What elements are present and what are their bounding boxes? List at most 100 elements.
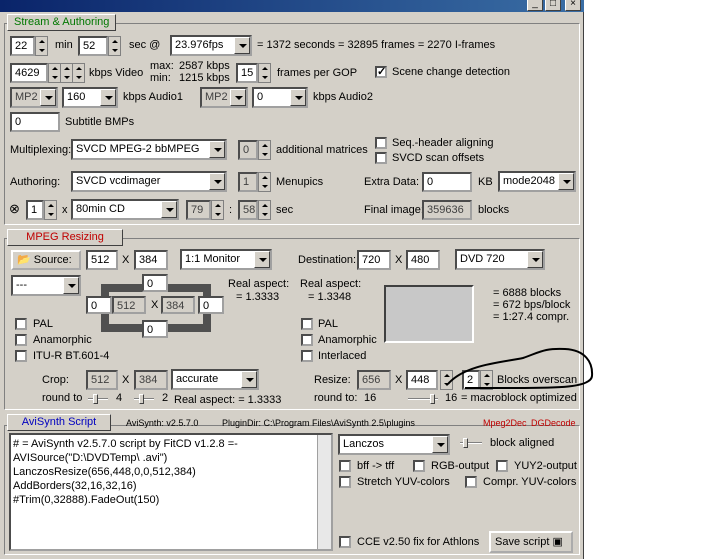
round-b-thumb[interactable]	[139, 394, 144, 404]
resizer-select[interactable]: Lanczos	[338, 434, 450, 455]
disc-sec-input[interactable]: 58	[238, 200, 258, 220]
tab-mpeg-resizing[interactable]: MPEG Resizing	[7, 229, 123, 246]
script-editor[interactable]: # = AviSynth v2.5.7.0 script by FitCD v1…	[9, 433, 333, 551]
border-right-input[interactable]: 0	[198, 296, 224, 314]
round-d-thumb[interactable]	[430, 394, 435, 404]
authoring-select[interactable]: SVCD vcdimager	[71, 171, 227, 192]
rgb-output-checkbox[interactable]	[413, 460, 425, 472]
cce-fix-checkbox[interactable]	[339, 536, 351, 548]
dest-height-input[interactable]: 480	[406, 250, 440, 270]
round-b-slider[interactable]	[134, 394, 154, 404]
crop-height[interactable]: 384	[134, 370, 168, 390]
disc-min-input[interactable]: 79	[186, 200, 211, 220]
disc-sec-spin[interactable]	[258, 200, 271, 220]
close-button[interactable]: ×	[565, 0, 581, 11]
script-scrollbar[interactable]	[317, 435, 331, 549]
disc-colon: :	[229, 204, 233, 216]
audio2-kbps-select[interactable]: 0	[252, 87, 308, 108]
duration-sec-input[interactable]: 52	[78, 36, 108, 56]
menupics-spin[interactable]	[258, 172, 271, 192]
video-kbps-input[interactable]: 4629	[10, 63, 48, 83]
min-label: min	[55, 39, 73, 51]
gop-input[interactable]: 15	[236, 63, 258, 83]
framerate-value: 23.976fps	[175, 39, 224, 51]
menupics-input[interactable]: 1	[238, 172, 258, 192]
crop-label: Crop:	[42, 374, 69, 386]
audio1-kbps-select[interactable]: 160	[62, 87, 118, 108]
duration-sec-spin[interactable]	[108, 36, 121, 56]
scene-change-checkbox[interactable]	[375, 65, 387, 78]
pal-right-label: PAL	[318, 318, 338, 330]
gop-spin[interactable]	[258, 63, 271, 83]
resize-width[interactable]: 656	[357, 370, 391, 390]
compr-yuv-checkbox[interactable]	[465, 476, 477, 488]
pal-left-checkbox[interactable]	[15, 318, 27, 330]
block-aligned-thumb[interactable]	[463, 438, 468, 448]
tab-avisynth-script[interactable]: AviSynth Script	[7, 414, 111, 431]
itur-checkbox[interactable]	[15, 350, 27, 362]
disc-icon: ⊗	[9, 201, 20, 216]
chevron-down-icon	[234, 37, 250, 54]
disc-min-spin[interactable]	[211, 200, 224, 220]
sec-at-label: sec @	[129, 39, 161, 51]
matrices-spin[interactable]	[258, 140, 271, 160]
border-left-input[interactable]: 0	[86, 296, 112, 314]
audio2-codec-select[interactable]: MP2	[200, 87, 248, 108]
mux-value: SVCD MPEG-2 bbMPEG	[76, 143, 200, 155]
round-a-thumb[interactable]	[93, 394, 98, 404]
crop-mode-value: accurate	[176, 373, 219, 385]
mode-select[interactable]: mode2048	[498, 171, 576, 192]
anamorphic-right-checkbox[interactable]	[301, 334, 313, 346]
framerate-select[interactable]: 23.976fps	[170, 35, 252, 56]
duration-min-spin[interactable]	[35, 36, 48, 56]
round-d-value: 16	[445, 392, 458, 404]
anamorphic-left-checkbox[interactable]	[15, 334, 27, 346]
crop-mode-select[interactable]: accurate	[171, 369, 259, 390]
minimize-button[interactable]: _	[527, 0, 543, 11]
duration-min-input[interactable]: 22	[10, 36, 35, 56]
source-height-input[interactable]: 384	[134, 250, 168, 270]
aspect-select[interactable]: ---	[11, 275, 81, 296]
source-width-input[interactable]: 512	[86, 250, 118, 270]
border-bottom-input[interactable]: 0	[142, 320, 168, 338]
save-script-button[interactable]: Save script ▣	[489, 531, 573, 553]
dest-preset-select[interactable]: DVD 720	[455, 249, 545, 270]
crop-width[interactable]: 512	[86, 370, 118, 390]
stretch-yuv-checkbox[interactable]	[339, 476, 351, 488]
cce-fix-label: CCE v2.50 fix for Athlons	[357, 536, 480, 548]
disc-count-spin[interactable]	[44, 200, 57, 220]
mpeg2dec-label[interactable]: Mpeg2Dec	[483, 418, 527, 428]
seq-header-checkbox[interactable]	[375, 137, 387, 149]
stretch-yuv-label: Stretch YUV-colors	[357, 476, 450, 488]
audio1-codec-select[interactable]: MP2	[10, 87, 58, 108]
svcd-scan-checkbox[interactable]	[375, 152, 387, 164]
block-aligned-slider[interactable]	[460, 438, 482, 448]
source-button[interactable]: 📂 Source:	[11, 250, 81, 270]
script-line: AddBorders(32,16,32,16)	[13, 480, 137, 492]
mux-select[interactable]: SVCD MPEG-2 bbMPEG	[71, 139, 227, 160]
matrices-input[interactable]: 0	[238, 140, 258, 160]
resize-height-input[interactable]: 448	[406, 370, 438, 390]
round-d-slider[interactable]	[408, 394, 438, 404]
border-top-input[interactable]: 0	[142, 274, 168, 292]
round-a-slider[interactable]	[88, 394, 108, 404]
interlaced-checkbox[interactable]	[301, 350, 313, 362]
monitor-select[interactable]: 1:1 Monitor	[180, 249, 272, 270]
bff-checkbox[interactable]	[339, 460, 351, 472]
dest-width-input[interactable]: 720	[357, 250, 391, 270]
dgdecode-label[interactable]: DGDecode	[531, 418, 576, 428]
save-script-label: Save script	[495, 536, 550, 548]
tab-stream-authoring[interactable]: Stream & Authoring	[7, 14, 117, 31]
maximize-button[interactable]: □	[545, 0, 561, 11]
audio1-kbps-value: 160	[67, 91, 86, 103]
subtitle-count-input[interactable]: 0	[10, 112, 60, 132]
extra-data-input[interactable]: 0	[422, 172, 472, 192]
real-aspect-right-value: = 1.3348	[308, 291, 352, 303]
pal-right-checkbox[interactable]	[301, 318, 313, 330]
real-aspect-crop: Real aspect: = 1.3333	[174, 394, 282, 406]
chevron-down-icon	[230, 89, 246, 106]
disc-type-select[interactable]: 80min CD	[71, 199, 179, 220]
video-kbps-spin-3[interactable]	[72, 63, 85, 83]
yuy2-output-checkbox[interactable]	[496, 460, 508, 472]
disc-count-input[interactable]: 1	[26, 200, 44, 220]
